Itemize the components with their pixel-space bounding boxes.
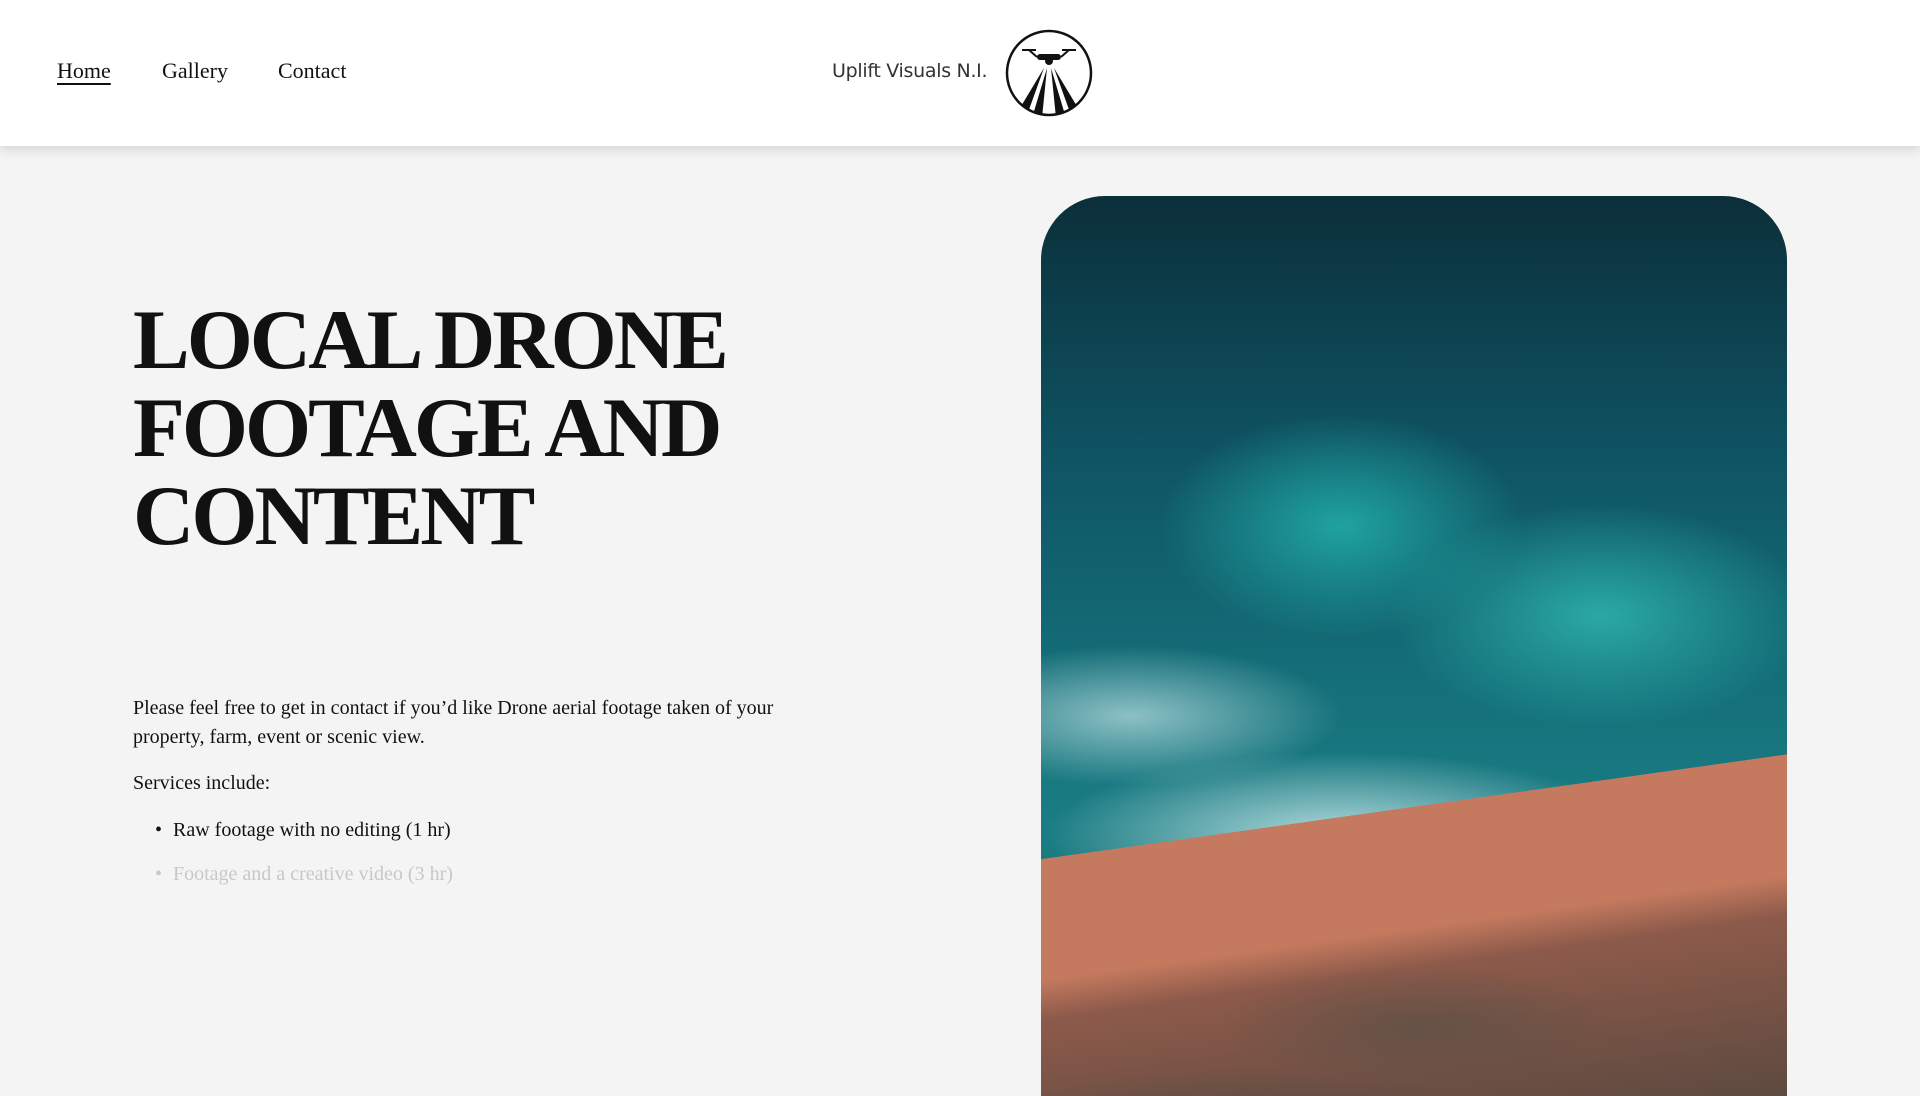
intro-text: Please feel free to get in contact if yo… (133, 697, 774, 748)
hero-title: LOCAL DRONE FOOTAGE AND CONTENT (133, 293, 729, 563)
nav-gallery[interactable]: Gallery (162, 58, 228, 84)
hero-body: Please feel free to get in contact if yo… (133, 694, 833, 904)
aerial-coastline-photo (1041, 196, 1787, 1096)
service-item: Footage and a creative video (3 hr) (133, 860, 833, 889)
site-logo[interactable]: Uplift Visuals N.I. (812, 18, 1102, 128)
nav-home[interactable]: Home (57, 58, 111, 84)
logo-text: Uplift Visuals N.I. (832, 60, 988, 82)
services-list: Raw footage with no editing (1 hr) Foota… (133, 816, 833, 889)
service-item: Raw footage with no editing (1 hr) (133, 816, 833, 845)
top-navigation: Home Gallery Contact Uplift Visuals N.I. (0, 0, 1920, 146)
services-label: Services include: (133, 772, 271, 794)
drone-logo-icon (1005, 29, 1093, 117)
nav-contact[interactable]: Contact (278, 58, 346, 84)
